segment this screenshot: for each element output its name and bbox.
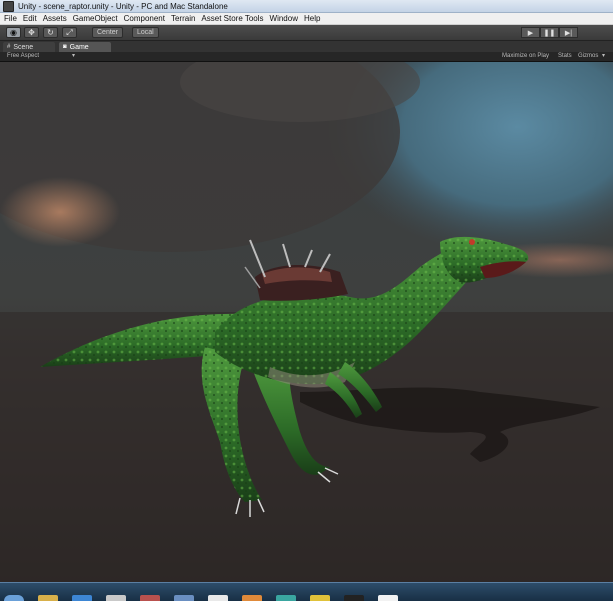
start-orb-icon[interactable] (4, 595, 24, 601)
gizmos-dropdown[interactable]: Gizmos (578, 52, 598, 61)
tab-game[interactable]: ◙ Game (59, 42, 111, 52)
hand-tool-button[interactable]: ◉ (6, 27, 21, 38)
unity-app-icon (3, 0, 14, 12)
scale-icon: ⤢ (66, 27, 73, 37)
eye-icon: ◉ (10, 28, 17, 37)
browser-icon[interactable] (72, 595, 92, 601)
explorer-icon[interactable] (38, 595, 58, 601)
tab-scene-label: Scene (13, 43, 34, 51)
app-white-icon[interactable] (208, 595, 228, 601)
gizmos-dropdown-arrow-icon[interactable]: ▾ (602, 52, 605, 61)
os-taskbar (0, 582, 613, 601)
game-render (0, 62, 613, 582)
move-icon: ✥ (28, 28, 35, 37)
game-viewport[interactable] (0, 62, 613, 582)
play-button[interactable]: ▶ (521, 27, 540, 38)
menu-gameobject[interactable]: GameObject (73, 14, 118, 23)
play-icon: ▶ (527, 29, 534, 37)
window-title: Unity - scene_raptor.unity - Unity - PC … (18, 1, 228, 11)
toolbar: ◉ ✥ ↻ ⤢ Center Local ▶ ❚❚ ▶| (0, 25, 613, 41)
app-red-icon[interactable] (140, 595, 160, 601)
tab-game-label: Game (69, 43, 89, 51)
pivot-center-label: Center (97, 29, 119, 36)
aspect-dropdown[interactable]: Free Aspect (7, 52, 39, 61)
pivot-local-label: Local (137, 29, 154, 36)
step-button[interactable]: ▶| (559, 27, 578, 38)
pause-button[interactable]: ❚❚ (540, 27, 559, 38)
menu-assets[interactable]: Assets (43, 14, 67, 23)
menu-edit[interactable]: Edit (23, 14, 37, 23)
menu-help[interactable]: Help (304, 14, 320, 23)
app-white-2-icon[interactable] (378, 595, 398, 601)
app-teal-icon[interactable] (276, 595, 296, 601)
chrome-icon[interactable] (106, 595, 126, 601)
scene-icon: # (7, 44, 11, 50)
rotate-icon: ↻ (47, 28, 54, 37)
stats-toggle[interactable]: Stats (558, 52, 572, 61)
menu-file[interactable]: File (4, 14, 17, 23)
tab-scene[interactable]: # Scene (3, 42, 55, 52)
title-bar: Unity - scene_raptor.unity - Unity - PC … (0, 0, 613, 13)
menu-bar: File Edit Assets GameObject Component Te… (0, 13, 613, 25)
app-yellow-icon[interactable] (310, 595, 330, 601)
menu-window[interactable]: Window (270, 14, 298, 23)
app-orange-icon[interactable] (242, 595, 262, 601)
game-view-header: Free Aspect ▾ Maximize on Play Stats Giz… (0, 52, 613, 62)
menu-terrain[interactable]: Terrain (171, 14, 195, 23)
menu-asset-store-tools[interactable]: Asset Store Tools (201, 14, 263, 23)
step-icon: ▶| (564, 29, 573, 37)
rotate-tool-button[interactable]: ↻ (43, 27, 58, 38)
view-tab-bar: # Scene ◙ Game (0, 41, 613, 52)
game-icon: ◙ (63, 44, 67, 50)
move-tool-button[interactable]: ✥ (24, 27, 39, 38)
pivot-local-toggle[interactable]: Local (132, 27, 159, 38)
app-blue-icon[interactable] (174, 595, 194, 601)
menu-component[interactable]: Component (124, 14, 165, 23)
aspect-dropdown-arrow-icon[interactable]: ▾ (72, 52, 75, 61)
maximize-on-play-toggle[interactable]: Maximize on Play (502, 52, 549, 61)
pause-icon: ❚❚ (543, 29, 556, 37)
app-black-icon[interactable] (344, 595, 364, 601)
pivot-center-toggle[interactable]: Center (92, 27, 124, 38)
scale-tool-button[interactable]: ⤢ (62, 27, 77, 38)
